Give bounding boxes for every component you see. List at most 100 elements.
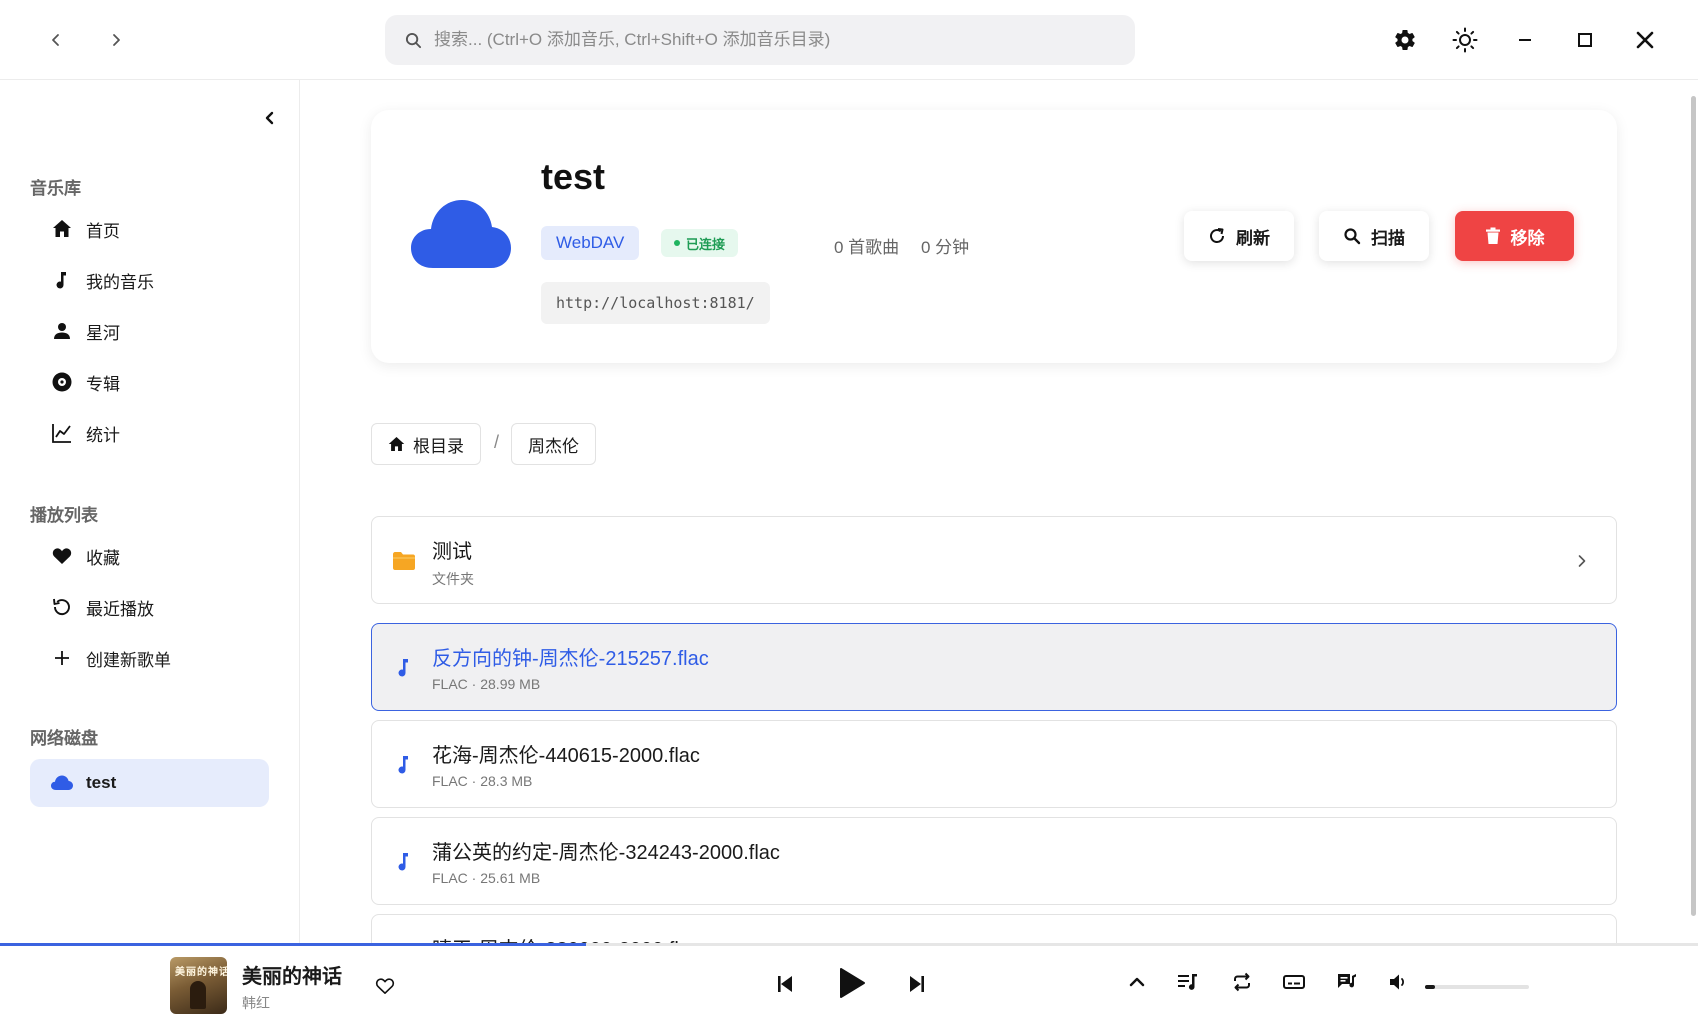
scan-button[interactable]: 扫描: [1319, 211, 1429, 261]
music-note-icon: [50, 268, 74, 292]
cloud-icon: [50, 771, 74, 795]
breadcrumb-current[interactable]: 周杰伦: [511, 423, 596, 465]
playlist-section-title: 播放列表: [30, 506, 98, 525]
file-meta: FLAC · 28.3 MB: [432, 773, 533, 789]
chevron-right-icon: [113, 34, 120, 46]
volume-slider[interactable]: [1425, 985, 1529, 989]
search-bar[interactable]: [385, 15, 1135, 65]
breadcrumb-separator: /: [494, 432, 500, 452]
title-bar: [0, 0, 1698, 80]
theme-toggle-button[interactable]: [1445, 20, 1485, 60]
minimize-button[interactable]: [1505, 20, 1545, 60]
sidebar-item-recent[interactable]: 最近播放: [30, 583, 269, 631]
search-input[interactable]: [434, 30, 1114, 50]
breadcrumb-root[interactable]: 根目录: [371, 423, 481, 465]
sidebar-item-artist[interactable]: 星河: [30, 307, 269, 355]
list-item-audio[interactable]: 花海-周杰伦-440615-2000.flac FLAC · 28.3 MB: [371, 720, 1617, 808]
repeat-icon: [1234, 972, 1250, 992]
repeat-button[interactable]: [1229, 969, 1255, 995]
drive-url: http://localhost:8181/: [541, 282, 770, 324]
search-icon: [1343, 227, 1361, 245]
breadcrumb-current-label: 周杰伦: [528, 436, 579, 456]
list-item-audio[interactable]: 反方向的钟-周杰伦-215257.flac FLAC · 28.99 MB: [371, 623, 1617, 711]
forward-button[interactable]: [98, 22, 134, 58]
playback-progress[interactable]: [0, 943, 1698, 946]
scrollbar-thumb[interactable]: [1691, 96, 1696, 916]
queue-button[interactable]: [1175, 969, 1201, 995]
minimize-icon: [1519, 39, 1531, 41]
netdisk-section-title: 网络磁盘: [30, 729, 98, 748]
close-icon: [1636, 31, 1654, 49]
chevron-up-icon: [1129, 977, 1145, 987]
file-name: 花海-周杰伦-440615-2000.flac: [432, 745, 700, 767]
folder-icon: [392, 549, 416, 573]
mini-player-button[interactable]: [1281, 969, 1307, 995]
status-dot-icon: [674, 240, 680, 246]
home-icon: [50, 217, 74, 241]
previous-button[interactable]: [770, 969, 800, 999]
play-button[interactable]: [832, 963, 872, 1003]
remove-label: 移除: [1510, 228, 1545, 248]
sidebar-item-my-music[interactable]: 我的音乐: [30, 256, 269, 304]
home-icon: [388, 436, 405, 452]
drive-title: test: [541, 156, 606, 197]
close-button[interactable]: [1625, 20, 1665, 60]
sidebar-item-test[interactable]: test: [30, 759, 269, 807]
library-section-title: 音乐库: [30, 179, 81, 198]
sidebar-item-home[interactable]: 首页: [30, 205, 269, 253]
cloud-icon: [409, 198, 513, 270]
chart-icon: [50, 421, 74, 445]
sidebar-item-label: 星河: [86, 323, 120, 343]
heart-outline-icon: [375, 978, 395, 995]
sidebar-item-albums[interactable]: 专辑: [30, 358, 269, 406]
sun-icon: [1452, 27, 1478, 53]
sidebar-item-create-playlist[interactable]: 创建新歌单: [30, 634, 269, 682]
sidebar-item-label: 我的音乐: [86, 272, 154, 292]
settings-button[interactable]: [1385, 20, 1425, 60]
file-name: 反方向的钟-周杰伦-215257.flac: [432, 648, 709, 670]
chevron-right-icon: [1570, 549, 1594, 573]
lyrics-icon: [1338, 974, 1356, 988]
search-icon: [405, 32, 422, 48]
music-note-icon: [392, 753, 416, 777]
favorite-button[interactable]: [373, 974, 397, 998]
sidebar-item-favorites[interactable]: 收藏: [30, 532, 269, 580]
remove-button[interactable]: 移除: [1455, 211, 1574, 261]
next-button[interactable]: [902, 969, 932, 999]
file-name: 测试: [432, 541, 472, 563]
expand-player-button[interactable]: [1124, 969, 1150, 995]
back-button[interactable]: [38, 22, 74, 58]
gear-icon: [1395, 30, 1415, 51]
list-item-audio[interactable]: 晴天-周杰伦-380000-2000.flac: [371, 914, 1617, 944]
person-icon: [50, 319, 74, 343]
volume-slider-fill: [1425, 985, 1436, 989]
track-title: 美丽的神话: [242, 966, 342, 988]
sidebar-item-label: 专辑: [86, 374, 120, 394]
list-item-folder[interactable]: 测试 文件夹: [371, 516, 1617, 604]
status-badge: 已连接: [661, 229, 739, 257]
heart-icon: [50, 544, 74, 568]
song-count: 0 首歌曲: [834, 238, 900, 257]
sidebar-item-label: 最近播放: [86, 599, 154, 619]
music-note-icon: [392, 656, 416, 680]
playback-progress-fill: [0, 943, 586, 946]
collapse-sidebar-button[interactable]: [258, 106, 282, 130]
chevron-left-icon: [52, 34, 59, 46]
trash-icon: [1485, 227, 1501, 245]
album-cover[interactable]: 美丽的神话: [170, 957, 227, 1014]
scrollbar[interactable]: [1688, 80, 1698, 944]
sidebar-item-label: 首页: [86, 221, 120, 241]
volume-icon: [1390, 974, 1405, 990]
album-cover-figure: [190, 981, 206, 1009]
maximize-button[interactable]: [1565, 20, 1605, 60]
refresh-button[interactable]: 刷新: [1184, 211, 1294, 261]
volume-button[interactable]: [1386, 969, 1412, 995]
chevron-left-icon: [265, 111, 274, 125]
plus-icon: [50, 646, 74, 670]
list-item-audio[interactable]: 蒲公英的约定-周杰伦-324243-2000.flac FLAC · 25.61…: [371, 817, 1617, 905]
file-name: 蒲公英的约定-周杰伦-324243-2000.flac: [432, 842, 780, 864]
sidebar-item-statistics[interactable]: 统计: [30, 409, 269, 457]
scan-label: 扫描: [1371, 228, 1405, 248]
total-duration: 0 分钟: [921, 238, 970, 257]
lyrics-button[interactable]: [1334, 969, 1360, 995]
